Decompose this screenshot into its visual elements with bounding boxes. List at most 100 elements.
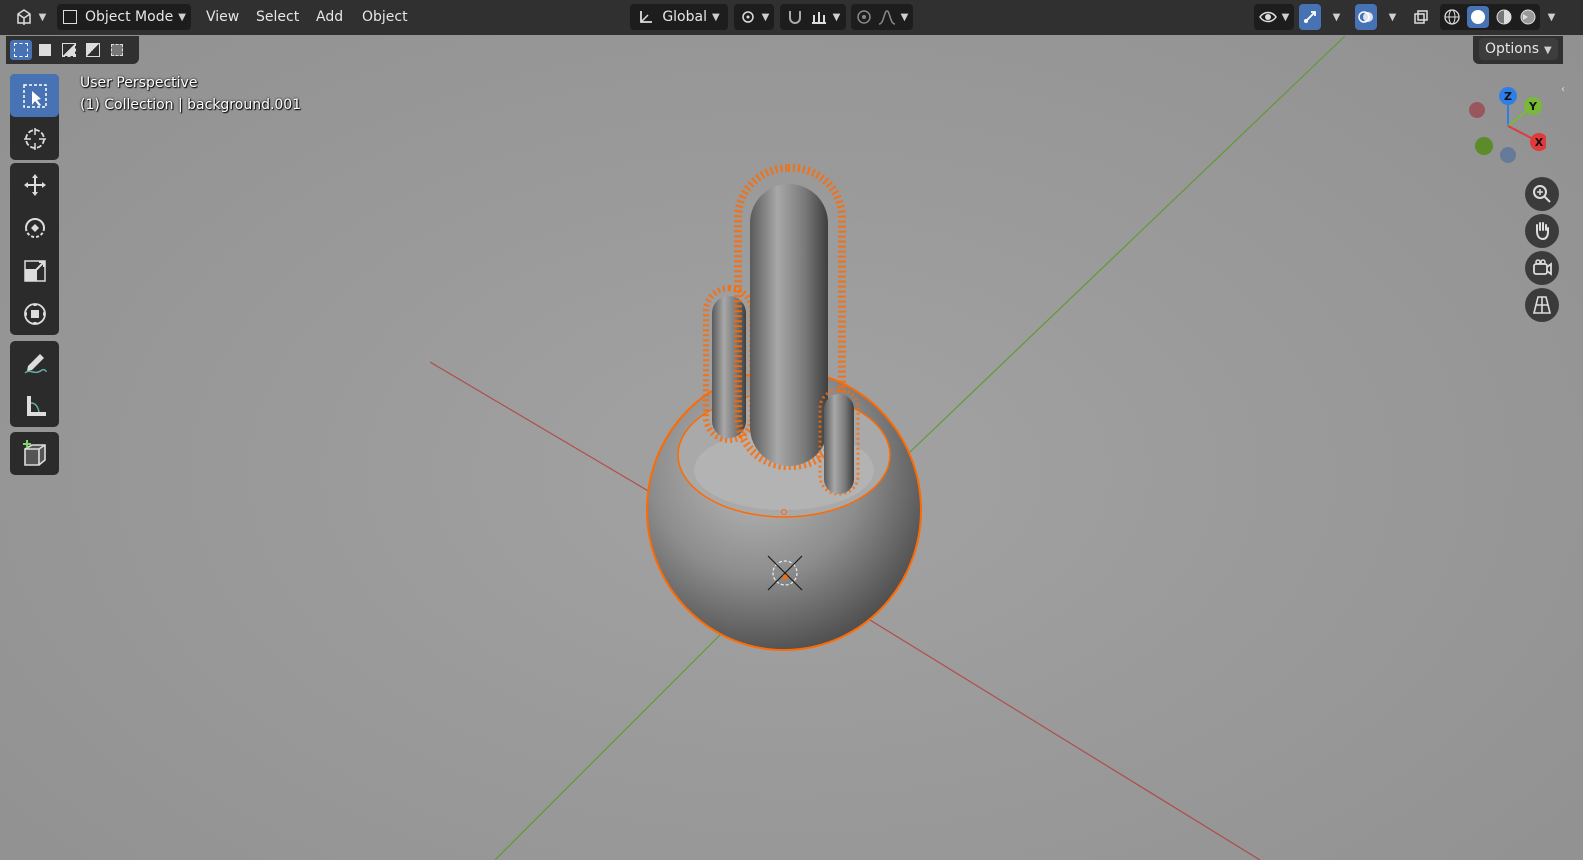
shading-dropdown[interactable]: ▼ [1540, 4, 1558, 30]
svg-text:X: X [1535, 136, 1544, 149]
snap-increment-icon [811, 12, 826, 24]
neg-y-axis-icon [1475, 137, 1493, 155]
pan-button[interactable] [1525, 214, 1559, 248]
blender-window: User Perspective (1) Collection | backgr… [0, 0, 1583, 860]
annotate-icon [23, 353, 47, 374]
perspective-label: User Perspective [80, 75, 198, 91]
toolbar-annotate-group [10, 341, 59, 427]
perspective-toggle-button[interactable] [1525, 288, 1559, 322]
tool-add-cube[interactable] [10, 432, 59, 475]
select-invert-button[interactable] [82, 40, 104, 60]
gizmo-icon [1304, 11, 1316, 23]
select-box-icon [22, 83, 47, 108]
chevron-down-icon: ▼ [711, 11, 720, 23]
tool-transform[interactable] [10, 292, 59, 335]
material-shading-icon[interactable] [1495, 8, 1513, 26]
cursor-icon [23, 127, 46, 150]
pivot-point-dropdown[interactable]: ▼ [734, 4, 774, 30]
collection-label: (1) Collection | background.001 [80, 97, 302, 113]
selection-mode-bar [6, 36, 139, 64]
chevron-down-icon: ▼ [1332, 11, 1341, 23]
rendered-shading-icon[interactable] [1519, 8, 1537, 26]
menu-add[interactable]: Add [310, 6, 349, 28]
visibility-dropdown[interactable]: ▼ [1254, 4, 1294, 30]
wireframe-shading-icon[interactable] [1443, 8, 1461, 26]
overlay-toggle[interactable] [1355, 4, 1377, 30]
chevron-down-icon: ▼ [1281, 11, 1290, 23]
shading-mode-group [1440, 4, 1540, 30]
xray-toggle[interactable] [1410, 4, 1432, 30]
overlay-dropdown[interactable]: ▼ [1379, 4, 1401, 30]
sidebar-toggle-icon[interactable]: ‹ [1561, 84, 1571, 98]
chevron-down-icon: ▼ [1544, 45, 1552, 56]
transform-orientation-dropdown[interactable]: Global ▼ [630, 4, 728, 30]
visibility-icon [1258, 11, 1277, 23]
select-new-button[interactable] [10, 40, 32, 60]
editor-type-button[interactable]: ▼ [10, 4, 50, 30]
neg-x-axis-icon [1469, 102, 1485, 118]
menu-view[interactable]: View [200, 6, 245, 28]
viewport-scene [429, 35, 1346, 860]
chevron-down-icon: ▼ [900, 11, 909, 23]
add-cube-icon [22, 439, 46, 466]
svg-text:Z: Z [1504, 90, 1512, 103]
gizmo-dropdown[interactable]: ▼ [1323, 4, 1345, 30]
select-extend-button[interactable] [34, 40, 56, 60]
measure-icon [26, 395, 46, 416]
zoom-icon [1533, 185, 1551, 203]
hand-icon [1536, 222, 1549, 241]
chevron-down-icon: ▼ [1388, 11, 1397, 23]
pivot-icon [741, 11, 754, 23]
chevron-down-icon: ▼ [38, 11, 47, 23]
chevron-down-icon: ▼ [178, 11, 186, 23]
mode-dropdown[interactable]: Object Mode ▼ [57, 4, 191, 30]
chevron-down-icon: ▼ [832, 11, 841, 23]
chevron-down-icon: ▼ [1547, 11, 1556, 23]
snap-magnet-icon [788, 11, 801, 24]
rotate-icon [24, 217, 45, 238]
options-button[interactable]: Options ▼ [1479, 38, 1558, 60]
tool-scale[interactable] [10, 249, 59, 292]
gizmo-toggle[interactable] [1299, 4, 1321, 30]
3d-viewport[interactable]: User Perspective (1) Collection | backgr… [0, 0, 1583, 860]
menu-object[interactable]: Object [356, 6, 414, 28]
orientation-icon [640, 11, 653, 23]
mode-label: Object Mode [85, 9, 174, 25]
options-label: Options [1485, 41, 1540, 57]
object-mode-icon [63, 10, 77, 24]
y-axis-line [909, 35, 1346, 453]
transform-icon [23, 302, 46, 325]
select-intersect-button[interactable] [106, 40, 128, 60]
menu-select[interactable]: Select [250, 6, 305, 28]
tool-select-box[interactable] [10, 74, 59, 117]
snap-controls[interactable]: ▼ [780, 4, 846, 30]
y-axis-line-front [494, 634, 721, 860]
proportional-edit-icon [856, 10, 871, 24]
camera-view-button[interactable] [1525, 251, 1559, 285]
3d-viewport-icon [16, 9, 31, 25]
orientation-label: Global [662, 9, 707, 25]
overlay-icon [1358, 11, 1373, 23]
tool-cursor[interactable] [10, 117, 59, 160]
tool-rotate[interactable] [10, 206, 59, 249]
select-subtract-button[interactable] [58, 40, 80, 60]
svg-text:Y: Y [1528, 100, 1538, 113]
toolbar-select-group [10, 74, 59, 160]
tool-annotate[interactable] [10, 341, 59, 384]
viewport-header: ▼ Object Mode ▼ View Select Add Object G… [0, 0, 1583, 35]
grid-perspective-icon [1532, 296, 1552, 314]
move-icon [23, 173, 46, 196]
xray-icon [1414, 10, 1428, 24]
proportional-editing-controls[interactable]: ▼ [851, 4, 913, 30]
camera-icon [1533, 259, 1552, 276]
toolbar-add-group [10, 432, 59, 475]
navigation-gizmo[interactable]: Z Y X [1466, 84, 1546, 164]
x-axis-line-front [869, 619, 1261, 860]
zoom-button[interactable] [1525, 177, 1559, 211]
tool-measure[interactable] [10, 384, 59, 427]
toolbar-transform-group [10, 163, 59, 335]
tool-move[interactable] [10, 163, 59, 206]
neg-z-axis-icon [1500, 147, 1516, 163]
solid-shading-button[interactable] [1467, 6, 1489, 28]
solid-shading-icon [1471, 10, 1485, 24]
